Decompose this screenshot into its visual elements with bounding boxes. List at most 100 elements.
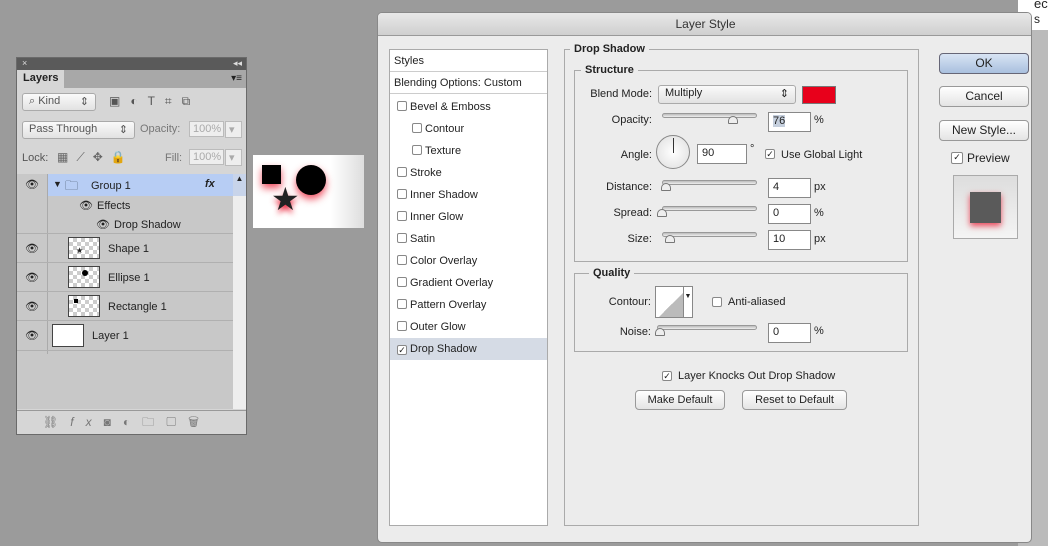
opacity-slider[interactable] <box>662 113 757 118</box>
layer-row-group-1[interactable]: 👁 ▼ 🗀 Group 1 fx 👁 Effects 👁 Drop Shadow <box>17 174 233 234</box>
spread-slider-handle[interactable] <box>657 209 667 217</box>
style-checkbox[interactable]: ✓ <box>397 345 407 355</box>
layer-row-ellipse-1[interactable]: 👁 Ellipse 1 <box>17 263 233 292</box>
layers-footer: ⛓fx◙◐🗀▢🗑 <box>17 410 246 434</box>
cancel-button[interactable]: Cancel <box>939 86 1029 107</box>
style-item-bevel-emboss[interactable]: Bevel & Emboss <box>390 96 547 118</box>
style-checkbox[interactable] <box>397 167 407 177</box>
close-icon[interactable]: × <box>22 58 27 68</box>
spread-slider[interactable] <box>662 206 757 211</box>
noise-slider[interactable] <box>657 325 757 330</box>
distance-slider-handle[interactable] <box>661 183 671 191</box>
layer-row-shape-1[interactable]: 👁 ★ Shape 1 <box>17 234 233 263</box>
reset-to-default-button[interactable]: Reset to Default <box>742 390 847 410</box>
layer-style-dialog: Layer Style Styles Blending Options: Cus… <box>377 12 1032 543</box>
style-item-outer-glow[interactable]: Outer Glow <box>390 316 547 338</box>
angle-dial[interactable] <box>656 135 690 169</box>
style-checkbox[interactable] <box>397 299 407 309</box>
fill-input[interactable]: 100% <box>189 149 224 165</box>
style-item-gradient-overlay[interactable]: Gradient Overlay <box>390 272 547 294</box>
panel-menu-icon[interactable]: ▾≡ <box>231 73 242 84</box>
styles-item[interactable]: Styles <box>390 50 547 72</box>
style-item-contour[interactable]: Contour <box>390 118 547 140</box>
size-slider-handle[interactable] <box>665 235 675 243</box>
style-checkbox[interactable] <box>397 101 407 111</box>
angle-input[interactable]: 90 <box>697 144 747 164</box>
layer-name[interactable]: Rectangle 1 <box>108 301 167 313</box>
preview-label: Preview <box>967 151 1010 165</box>
size-slider[interactable] <box>662 232 757 237</box>
footer-icons[interactable]: ⛓fx◙◐🗀▢🗑 <box>43 413 211 434</box>
style-item-inner-glow[interactable]: Inner Glow <box>390 206 547 228</box>
style-checkbox[interactable] <box>397 255 407 265</box>
distance-label: Distance: <box>606 181 652 193</box>
style-checkbox[interactable] <box>397 189 407 199</box>
use-global-light-checkbox[interactable]: ✓ <box>765 149 775 159</box>
visibility-eye-icon[interactable]: 👁 <box>25 329 39 342</box>
style-item-drop-shadow[interactable]: ✓ Drop Shadow <box>390 338 547 360</box>
style-item-color-overlay[interactable]: Color Overlay <box>390 250 547 272</box>
layer-row-rectangle-1[interactable]: 👁 Rectangle 1 <box>17 292 233 321</box>
blending-options-item[interactable]: Blending Options: Custom <box>390 72 547 94</box>
style-checkbox[interactable] <box>412 145 422 155</box>
fill-dropdown[interactable]: ▾ <box>225 149 242 166</box>
opacity-input[interactable]: 76 <box>768 112 811 132</box>
preview-checkbox[interactable]: ✓ <box>951 152 963 164</box>
quality-group: Quality Contour: ▼ Anti-aliased Noise: 0… <box>574 267 908 352</box>
style-item-satin[interactable]: Satin <box>390 228 547 250</box>
visibility-eye-icon[interactable]: 👁 <box>25 271 39 284</box>
visibility-eye-icon[interactable]: 👁 <box>25 300 39 313</box>
shadow-color-swatch[interactable] <box>802 86 836 104</box>
layer-row-layer-1[interactable]: 👁 Layer 1 <box>17 321 233 351</box>
knockout-checkbox[interactable]: ✓ <box>662 371 672 381</box>
styles-list: Styles Blending Options: Custom Bevel & … <box>389 49 548 526</box>
distance-slider[interactable] <box>662 180 757 185</box>
expand-triangle-icon[interactable]: ▼ <box>53 179 62 189</box>
style-checkbox[interactable] <box>397 211 407 221</box>
style-checkbox[interactable] <box>397 321 407 331</box>
collapse-icon[interactable]: ◂◂ <box>233 58 242 69</box>
drop-shadow-eye-icon[interactable]: 👁 <box>96 218 110 231</box>
layer-name[interactable]: Layer 1 <box>92 330 129 342</box>
opacity-input[interactable]: 100% <box>189 121 224 137</box>
layer-name[interactable]: Shape 1 <box>108 243 149 255</box>
layer-name[interactable]: Group 1 <box>91 180 131 192</box>
style-item-pattern-overlay[interactable]: Pattern Overlay <box>390 294 547 316</box>
filter-kind-select[interactable]: ⌕ Kind ⇕ <box>22 93 96 111</box>
contour-picker[interactable]: ▼ <box>655 286 693 318</box>
make-default-button[interactable]: Make Default <box>635 390 725 410</box>
effects-eye-icon[interactable]: 👁 <box>79 199 93 212</box>
noise-input[interactable]: 0 <box>768 323 811 343</box>
opacity-slider-handle[interactable] <box>728 116 738 124</box>
style-preview <box>953 175 1018 239</box>
visibility-eye-icon[interactable]: 👁 <box>25 242 39 255</box>
drop-shadow-effect[interactable]: Drop Shadow <box>114 219 181 231</box>
ok-button[interactable]: OK <box>939 53 1029 74</box>
opacity-dropdown[interactable]: ▾ <box>225 121 242 138</box>
tab-layers[interactable]: Layers <box>17 70 64 88</box>
distance-input[interactable]: 4 <box>768 178 811 198</box>
style-item-stroke[interactable]: Stroke <box>390 162 547 184</box>
blend-mode-select[interactable]: Pass Through ⇕ <box>22 121 135 139</box>
spread-input[interactable]: 0 <box>768 204 811 224</box>
effects-label: Effects <box>97 200 131 212</box>
layer-name[interactable]: Ellipse 1 <box>108 272 150 284</box>
size-input[interactable]: 10 <box>768 230 811 250</box>
anti-aliased-checkbox[interactable] <box>712 297 722 307</box>
canvas[interactable]: ★ <box>253 155 364 228</box>
visibility-eye-icon[interactable]: 👁 <box>25 178 39 191</box>
noise-slider-handle[interactable] <box>655 328 665 336</box>
scrollbar[interactable]: ▲ <box>233 174 246 409</box>
style-label: Outer Glow <box>410 321 466 333</box>
section-title: Drop Shadow <box>570 43 649 55</box>
style-item-inner-shadow[interactable]: Inner Shadow <box>390 184 547 206</box>
blend-mode-select[interactable]: Multiply ⇕ <box>658 85 796 104</box>
style-checkbox[interactable] <box>397 277 407 287</box>
style-checkbox[interactable] <box>397 233 407 243</box>
style-checkbox[interactable] <box>412 123 422 133</box>
fx-icon[interactable]: fx <box>205 178 215 190</box>
filter-icons[interactable]: ▣◐T⌗⧉ <box>109 94 200 109</box>
lock-icons[interactable]: ▦⟋✥🔒 <box>57 150 134 165</box>
new-style-button[interactable]: New Style... <box>939 120 1029 141</box>
style-item-texture[interactable]: Texture <box>390 140 547 162</box>
